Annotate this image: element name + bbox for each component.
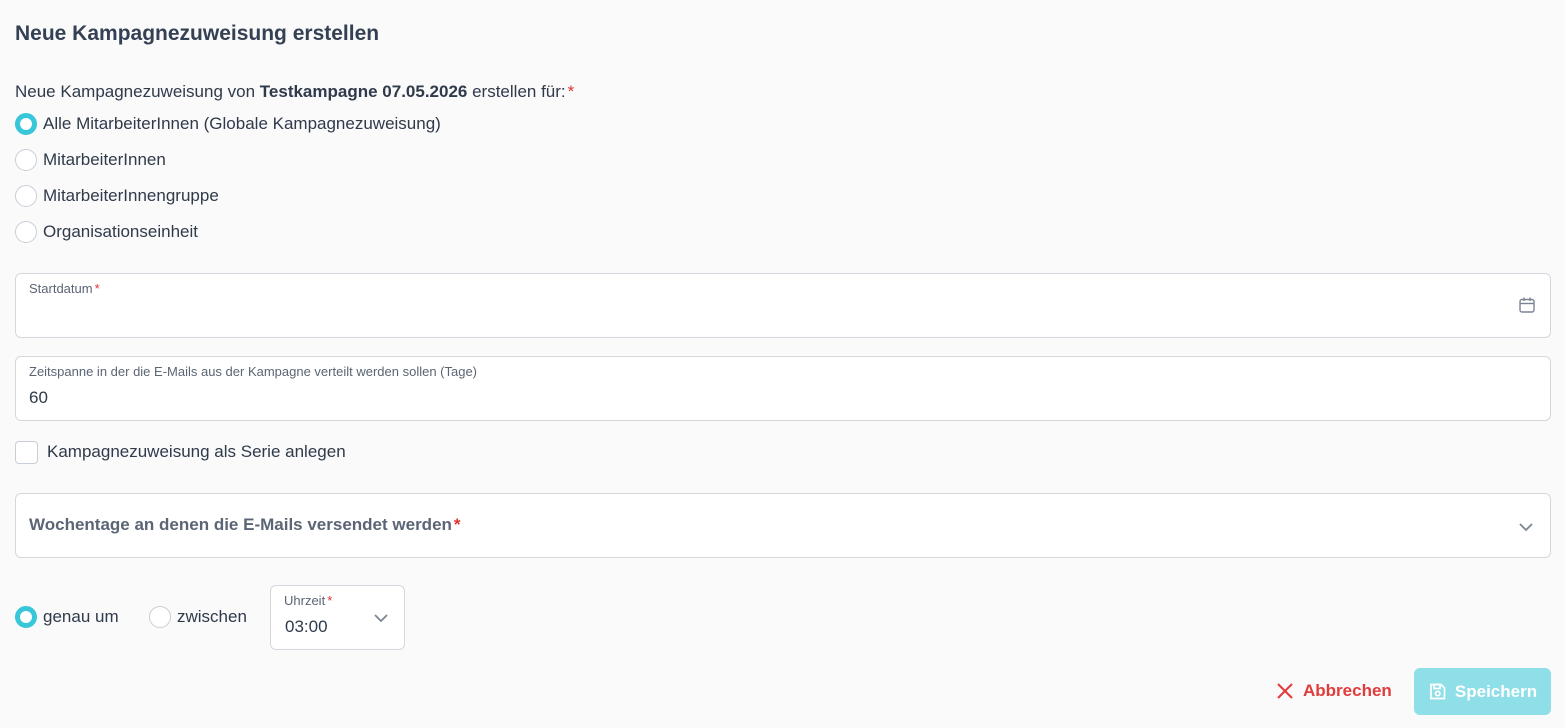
save-icon bbox=[1430, 683, 1446, 700]
close-icon bbox=[1277, 683, 1293, 699]
radio-label: Organisationseinheit bbox=[43, 222, 198, 241]
cancel-label: Abbrechen bbox=[1303, 681, 1392, 700]
radio-button[interactable] bbox=[15, 185, 37, 207]
duration-label: Zeitspanne in der die E-Mails aus der Ka… bbox=[29, 364, 478, 379]
radio-button[interactable] bbox=[15, 149, 37, 171]
radio-employees[interactable]: MitarbeiterInnen bbox=[15, 148, 166, 172]
radio-button-checked[interactable] bbox=[15, 606, 37, 628]
campaign-assignment-dialog: Neue Kampagnezuweisung erstellen Neue Ka… bbox=[0, 0, 1565, 728]
weekdays-select[interactable]: Wochentage an denen die E-Mails versende… bbox=[15, 493, 1551, 558]
radio-between[interactable]: zwischen bbox=[149, 605, 247, 629]
duration-field[interactable]: Zeitspanne in der die E-Mails aus der Ka… bbox=[15, 356, 1551, 421]
cancel-button[interactable]: Abbrechen bbox=[1272, 674, 1394, 708]
start-date-field[interactable]: Startdatum * bbox=[15, 273, 1551, 338]
required-marker: * bbox=[567, 82, 575, 101]
duration-value[interactable]: 60 bbox=[29, 388, 48, 408]
save-label: Speichern bbox=[1454, 681, 1538, 701]
weekdays-label: Wochentage an denen die E-Mails versende… bbox=[29, 515, 461, 534]
calendar-icon[interactable] bbox=[1518, 296, 1536, 314]
radio-button[interactable] bbox=[15, 221, 37, 243]
radio-exact-time[interactable]: genau um bbox=[15, 605, 119, 629]
time-select[interactable]: Uhrzeit * 03:00 bbox=[270, 585, 405, 650]
intro-text: Neue Kampagnezuweisung von Testkampagne … bbox=[15, 82, 574, 102]
series-checkbox-label: Kampagnezuweisung als Serie anlegen bbox=[47, 442, 346, 461]
radio-employee-group[interactable]: MitarbeiterInnengruppe bbox=[15, 184, 219, 208]
intro-prefix: Neue Kampagnezuweisung von bbox=[15, 82, 260, 101]
campaign-name: Testkampagne 07.05.2026 bbox=[259, 82, 468, 101]
chevron-down-icon bbox=[1519, 523, 1533, 532]
save-button[interactable]: Speichern bbox=[1414, 668, 1551, 715]
radio-button[interactable] bbox=[149, 606, 171, 628]
radio-org-unit[interactable]: Organisationseinheit bbox=[15, 220, 198, 244]
chevron-down-icon bbox=[374, 614, 388, 623]
time-value[interactable]: 03:00 bbox=[285, 617, 328, 637]
series-checkbox[interactable] bbox=[15, 440, 38, 464]
time-label: Uhrzeit * bbox=[284, 593, 333, 608]
radio-label: Alle MitarbeiterInnen (Globale Kampagnez… bbox=[43, 114, 441, 133]
radio-all-employees[interactable]: Alle MitarbeiterInnen (Globale Kampagnez… bbox=[15, 112, 441, 136]
radio-button-checked[interactable] bbox=[15, 113, 37, 135]
radio-label: genau um bbox=[43, 607, 119, 626]
radio-label: zwischen bbox=[177, 607, 247, 626]
radio-label: MitarbeiterInnengruppe bbox=[43, 186, 219, 205]
page-title: Neue Kampagnezuweisung erstellen bbox=[15, 22, 380, 45]
start-date-label: Startdatum * bbox=[29, 281, 100, 296]
intro-suffix: erstellen für: bbox=[467, 82, 566, 101]
series-checkbox-row[interactable]: Kampagnezuweisung als Serie anlegen bbox=[15, 440, 346, 464]
radio-label: MitarbeiterInnen bbox=[43, 150, 166, 169]
